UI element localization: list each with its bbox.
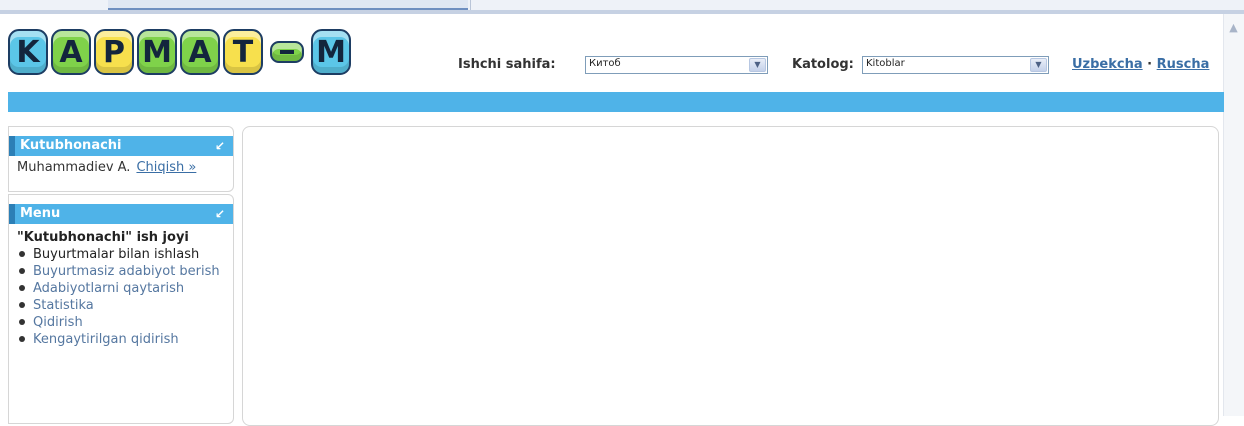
browser-divider: [0, 10, 1244, 14]
lang-russian-link[interactable]: Ruscha: [1157, 57, 1210, 72]
menu-section-title: "Kutubhonachi" ish joyi: [17, 230, 189, 245]
scroll-up-icon[interactable]: ▲: [1226, 20, 1241, 36]
menu-box-title: Menu: [20, 206, 61, 221]
menu-box-header: Menu ↙: [9, 204, 233, 224]
bullet-icon: [19, 250, 25, 257]
logo-letter: A: [51, 29, 91, 75]
menu-item-label: Kengaytirilgan qidirish: [33, 332, 179, 347]
bullet-icon: [19, 335, 25, 342]
user-box: Kutubhonachi ↙ Muhammadiev A. Chiqish »: [8, 126, 234, 192]
menu-item-label: Buyurtmasiz adabiyot berish: [33, 264, 220, 279]
logo-letter: M: [311, 29, 351, 75]
menu-item-returns[interactable]: Adabiyotlarni qaytarish: [17, 281, 233, 296]
menu-item-search[interactable]: Qidirish: [17, 315, 233, 330]
logo-letter: M: [137, 29, 177, 75]
user-box-header: Kutubhonachi ↙: [9, 136, 233, 156]
chevron-down-icon[interactable]: ▼: [1030, 58, 1047, 72]
language-switcher: Uzbekcha · Ruscha: [1072, 57, 1209, 72]
catalog-label: Katolog:: [792, 57, 854, 72]
header-band: [8, 92, 1224, 112]
collapse-arrow-icon[interactable]: ↙: [215, 136, 225, 156]
bullet-icon: [19, 267, 25, 274]
menu-item-statistics[interactable]: Statistika: [17, 298, 233, 313]
user-name: Muhammadiev A.: [17, 160, 131, 175]
logo-letter: T: [223, 29, 263, 75]
collapse-arrow-icon[interactable]: ↙: [215, 204, 225, 224]
site-logo[interactable]: K A P M A T M: [8, 26, 351, 78]
lang-separator: ·: [1147, 57, 1153, 72]
browser-tab[interactable]: [470, 0, 511, 10]
browser-tab[interactable]: [0, 0, 100, 10]
menu-box: Menu ↙ "Kutubhonachi" ish joyi Buyurtmal…: [8, 194, 234, 424]
user-box-title: Kutubhonachi: [20, 138, 122, 153]
lang-uzbek-link[interactable]: Uzbekcha: [1072, 57, 1143, 72]
chevron-down-icon[interactable]: ▼: [749, 58, 766, 72]
main-content-panel: [242, 126, 1219, 426]
vertical-scrollbar[interactable]: ▲: [1223, 14, 1244, 416]
menu-item-orders[interactable]: Buyurtmalar bilan ishlash: [17, 247, 233, 262]
bullet-icon: [19, 284, 25, 291]
user-info: Muhammadiev A. Chiqish »: [9, 156, 233, 175]
logo-letter: P: [94, 29, 134, 75]
menu-item-advanced-search[interactable]: Kengaytirilgan qidirish: [17, 332, 233, 347]
browser-tab-active[interactable]: [108, 0, 468, 10]
logo-letter: K: [8, 29, 48, 75]
logout-link[interactable]: Chiqish »: [136, 160, 196, 175]
workpage-select-value: Китоб: [589, 58, 621, 69]
catalog-select-value: Kitoblar: [866, 58, 905, 69]
workpage-label: Ishchi sahifa:: [458, 57, 556, 72]
bullet-icon: [19, 318, 25, 325]
menu-item-issue-without-order[interactable]: Buyurtmasiz adabiyot berish: [17, 264, 233, 279]
menu-item-label: Buyurtmalar bilan ishlash: [33, 247, 200, 262]
logo-letter: A: [180, 29, 220, 75]
menu-item-label: Adabiyotlarni qaytarish: [33, 281, 185, 296]
bullet-icon: [19, 301, 25, 308]
workpage-select[interactable]: Китоб ▼: [585, 56, 768, 74]
logo-dash: [270, 41, 304, 63]
menu-item-label: Statistika: [33, 298, 94, 313]
browser-tab-strip: [0, 0, 1244, 10]
catalog-select[interactable]: Kitoblar ▼: [862, 56, 1049, 74]
menu-list: Buyurtmalar bilan ishlash Buyurtmasiz ad…: [9, 247, 233, 347]
menu-item-label: Qidirish: [33, 315, 83, 330]
